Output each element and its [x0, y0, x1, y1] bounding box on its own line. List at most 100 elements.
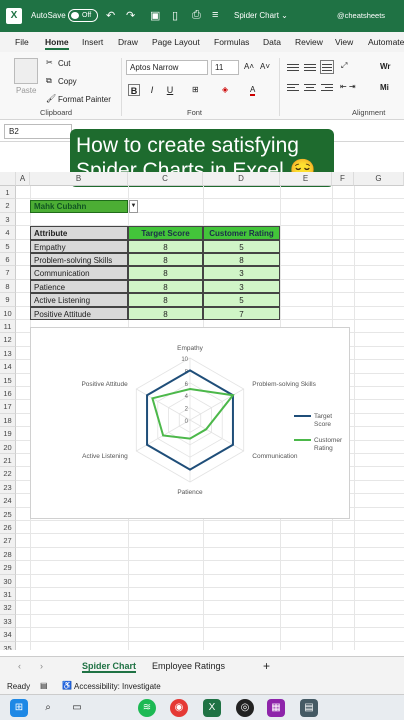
row-header[interactable]: 20 [0, 440, 16, 454]
row-header[interactable]: 15 [0, 373, 16, 387]
row-header[interactable]: 26 [0, 521, 16, 535]
spreadsheet-grid[interactable]: A B C D E F G 1 2 3 4 5 6 7 8 9 10 11 12 13 14 15 16 17 1… [0, 172, 404, 650]
tab-data[interactable]: Data [263, 37, 281, 47]
row-header[interactable]: 35 [0, 641, 16, 650]
row-header[interactable]: 11 [0, 320, 16, 334]
bold-button[interactable]: B [128, 84, 140, 96]
align-center-icon[interactable] [304, 82, 316, 93]
tab-page-layout[interactable]: Page Layout [152, 37, 200, 47]
table-cell[interactable]: 8 [128, 266, 203, 280]
align-middle-icon[interactable] [304, 62, 316, 73]
scroll-left-icon[interactable]: ‹ [18, 661, 21, 671]
table-cell[interactable]: 5 [203, 239, 280, 253]
employee-dropdown-cell[interactable]: Mahk Cubahn [30, 200, 128, 214]
wrap-text-icon[interactable]: Wr [380, 62, 391, 71]
align-left-icon[interactable] [287, 82, 299, 93]
table-cell[interactable]: 5 [203, 293, 280, 307]
row-header[interactable]: 22 [0, 467, 16, 481]
table-cell[interactable]: 3 [203, 279, 280, 294]
macro-icon[interactable]: ▤ [40, 681, 48, 690]
save-icon[interactable]: ▣ [150, 9, 160, 22]
windows-start-icon[interactable]: ⊞ [10, 699, 28, 717]
tab-formulas[interactable]: Formulas [214, 37, 249, 47]
autosave-toggle[interactable]: Off [68, 9, 98, 22]
table-cell[interactable]: Problem-solving Skills [30, 253, 128, 267]
column-header[interactable]: C [128, 172, 203, 186]
table-header[interactable]: Customer Rating [203, 226, 280, 240]
copy-button[interactable]: Copy [58, 77, 77, 86]
row-header[interactable]: 29 [0, 561, 16, 575]
table-cell[interactable]: 8 [128, 306, 203, 320]
font-color-icon[interactable]: A [250, 85, 256, 96]
column-header[interactable]: F [332, 172, 354, 186]
cut-button[interactable]: Cut [58, 59, 70, 68]
tab-view[interactable]: View [335, 37, 353, 47]
align-right-icon[interactable] [321, 82, 333, 93]
table-cell[interactable]: Active Listening [30, 293, 128, 307]
row-header[interactable]: 10 [0, 306, 16, 320]
row-header[interactable]: 9 [0, 293, 16, 307]
font-size-select[interactable]: 11 [211, 60, 239, 75]
column-header[interactable]: D [203, 172, 280, 186]
document-title[interactable]: Spider Chart ⌄ [234, 11, 288, 20]
row-header[interactable]: 16 [0, 387, 16, 401]
sheet-tab-employee-ratings[interactable]: Employee Ratings [152, 661, 225, 671]
table-cell[interactable]: 7 [203, 306, 280, 320]
customize-icon[interactable]: ≡ [212, 9, 218, 21]
row-header[interactable]: 2 [0, 199, 16, 213]
column-header[interactable]: B [30, 172, 128, 186]
row-header[interactable]: 25 [0, 507, 16, 521]
table-cell[interactable]: Empathy [30, 239, 128, 253]
row-header[interactable]: 17 [0, 400, 16, 414]
tab-review[interactable]: Review [295, 37, 323, 47]
copy-icon[interactable]: ⧉ [46, 76, 52, 86]
row-header[interactable]: 5 [0, 239, 16, 253]
indent-icon[interactable]: ⇤ ⇥ [340, 82, 356, 91]
column-header[interactable]: E [280, 172, 332, 186]
table-cell[interactable]: 8 [203, 253, 280, 267]
accessibility-icon[interactable]: ♿ [62, 681, 72, 690]
row-header[interactable]: 13 [0, 346, 16, 361]
paste-icon[interactable] [14, 58, 38, 84]
decrease-font-icon[interactable]: A˅ [260, 62, 270, 71]
chevron-down-icon[interactable]: ▼ [129, 200, 138, 213]
increase-font-icon[interactable]: A˄ [244, 62, 254, 71]
table-cell[interactable]: 8 [128, 253, 203, 267]
column-header[interactable]: A [16, 172, 30, 186]
table-header[interactable]: Target Score [128, 226, 203, 240]
table-cell[interactable]: Positive Attitude [30, 306, 128, 320]
underline-button[interactable]: U [164, 84, 176, 96]
row-header[interactable]: 30 [0, 574, 16, 588]
table-cell[interactable]: Communication [30, 266, 128, 280]
name-box[interactable]: B2 [4, 124, 72, 139]
font-name-select[interactable]: Aptos Narrow [126, 60, 208, 75]
tab-insert[interactable]: Insert [82, 37, 103, 47]
row-header[interactable]: 7 [0, 266, 16, 280]
row-header[interactable]: 8 [0, 279, 16, 294]
search-icon[interactable]: ⌕ [39, 699, 57, 717]
table-header[interactable]: Attribute [30, 226, 128, 240]
excel-taskbar-icon[interactable]: X [203, 699, 221, 717]
spider-chart[interactable]: 0 2 4 6 8 10 Empathy Problem-solving Skills Comm… [30, 327, 350, 519]
row-header[interactable]: 28 [0, 547, 16, 562]
table-cell[interactable]: 8 [128, 293, 203, 307]
tab-home[interactable]: Home [45, 37, 69, 50]
row-header[interactable]: 12 [0, 333, 16, 347]
sheet-tab-spider-chart[interactable]: Spider Chart [82, 661, 137, 673]
select-all-corner[interactable] [0, 172, 16, 186]
app-icon[interactable]: ▦ [267, 699, 285, 717]
row-header[interactable]: 6 [0, 253, 16, 267]
format-painter-button[interactable]: Format Painter [58, 95, 111, 104]
row-header[interactable]: 27 [0, 534, 16, 548]
row-header[interactable]: 18 [0, 413, 16, 428]
row-header[interactable]: 4 [0, 226, 16, 240]
tab-file[interactable]: File [15, 37, 29, 47]
print-icon[interactable]: ⎙ [192, 9, 201, 22]
row-header[interactable]: 31 [0, 588, 16, 602]
undo-icon[interactable]: ↶ [106, 9, 115, 22]
task-view-icon[interactable]: ▭ [68, 699, 86, 717]
new-doc-icon[interactable]: ▯ [172, 9, 178, 22]
obs-icon[interactable]: ◎ [236, 699, 254, 717]
table-cell[interactable]: 8 [128, 279, 203, 294]
fill-color-icon[interactable]: ◈ [222, 85, 228, 94]
